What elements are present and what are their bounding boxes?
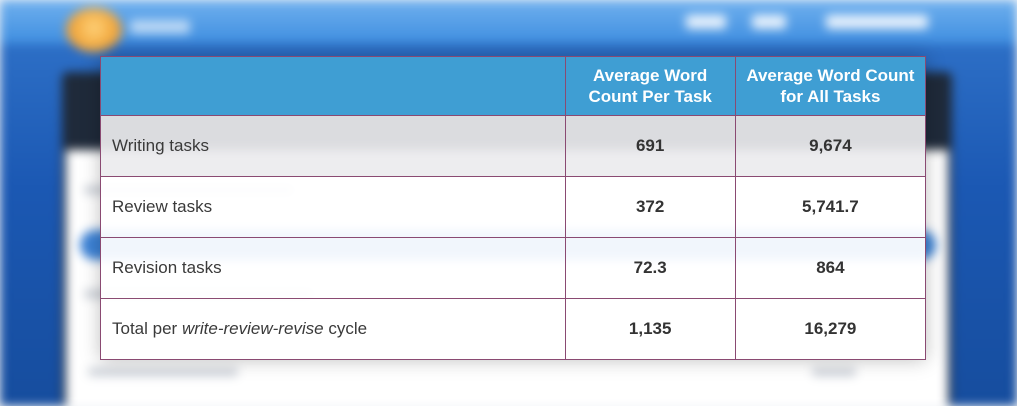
header-avg-per-task: Average Word Count Per Task	[564, 56, 736, 116]
row-label: Revision tasks	[100, 237, 566, 299]
table-row: Revision tasks 72.3 864	[100, 237, 927, 299]
row-label: Review tasks	[100, 176, 566, 238]
table-header-row: Average Word Count Per Task Average Word…	[100, 56, 927, 116]
total-row-label: Total per write-review-revise cycle	[100, 298, 566, 360]
per-task-value: 372	[564, 176, 736, 238]
table-row: Review tasks 372 5,741.7	[100, 176, 927, 238]
header-empty-cell	[100, 56, 566, 116]
background-nav-item	[686, 15, 726, 29]
total-label-suffix: cycle	[323, 319, 368, 338]
background-nav-item	[752, 15, 786, 29]
background-line	[88, 368, 238, 376]
background-line	[812, 368, 856, 376]
all-tasks-value: 5,741.7	[734, 176, 927, 238]
header-avg-all-tasks: Average Word Count for All Tasks	[734, 56, 927, 116]
all-tasks-value: 9,674	[734, 115, 927, 177]
background-nav-item	[826, 15, 928, 29]
table-row: Writing tasks 691 9,674	[100, 115, 927, 177]
per-task-value: 691	[564, 115, 736, 177]
total-row: Total per write-review-revise cycle 1,13…	[100, 298, 927, 360]
per-task-value: 72.3	[564, 237, 736, 299]
word-count-table: Average Word Count Per Task Average Word…	[100, 56, 927, 360]
background-logo-text	[130, 20, 190, 34]
logo-icon	[66, 8, 122, 52]
all-tasks-value: 864	[734, 237, 927, 299]
row-label: Writing tasks	[100, 115, 566, 177]
total-label-prefix: Total per	[112, 319, 182, 338]
total-label-emphasis: write-review-revise	[181, 319, 324, 338]
total-per-task-value: 1,135	[564, 298, 736, 360]
total-all-tasks-value: 16,279	[734, 298, 927, 360]
